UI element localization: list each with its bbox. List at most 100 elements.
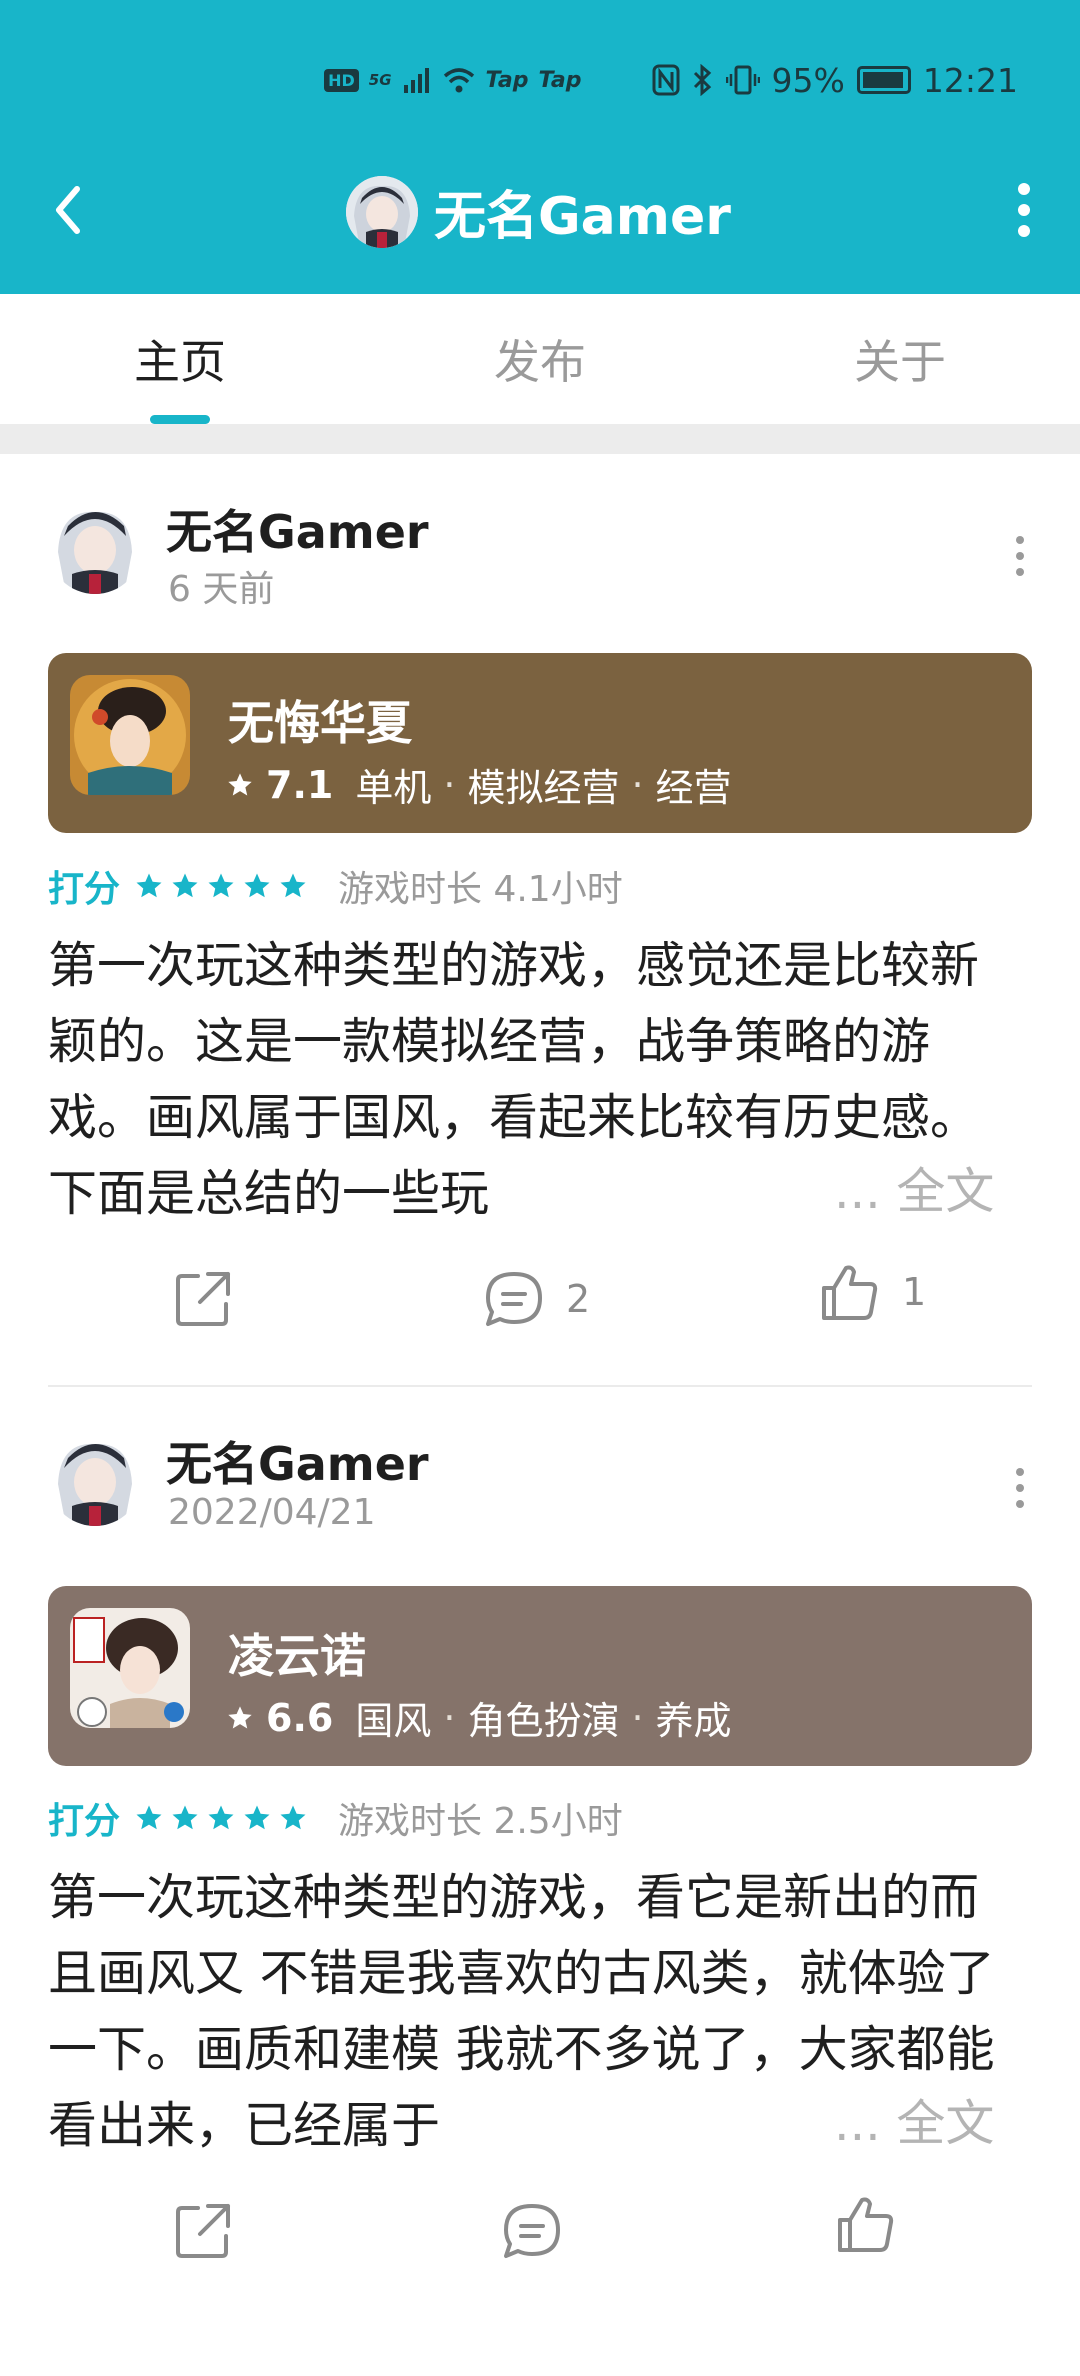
game-name: 无悔华夏 [228,696,412,750]
rating-row: 打分 游戏时长 4.1小时 [48,860,623,912]
tap-label-2: Tap [538,67,582,93]
tab-about[interactable]: 关于 [720,294,1080,424]
status-right-group: 95% 12:21 [652,61,1018,100]
like-button[interactable]: 1 [818,1260,926,1324]
profile-tabs: 主页 发布 关于 [0,294,1080,424]
avatar[interactable] [48,1432,142,1526]
playtime: 游戏时长 2.5小时 [338,1801,623,1842]
tap-label-1: Tap [485,67,529,93]
star-icon [208,1805,234,1830]
star-icon [244,873,270,898]
review-post: 无名Gamer 2022/04/21 凌云诺 6.6 国风 · 角色扮演 · 养… [0,1386,1080,2376]
comment-button[interactable]: 2 [482,1268,590,1330]
share-button[interactable] [172,2200,234,2262]
battery-percent: 95% [771,60,845,100]
share-icon [176,1272,230,1326]
author-name[interactable]: 无名Gamer [166,1428,429,1494]
game-score: 6.6 [266,1695,334,1740]
share-icon [176,2204,230,2258]
avatar-image [346,175,418,248]
more-dot-icon [1016,552,1024,560]
clock: 12:21 [922,60,1018,100]
post-more-button[interactable] [1000,526,1040,586]
avatar-image [48,1432,142,1526]
comment-icon [504,2204,560,2258]
read-more[interactable]: ... 全文 [824,1154,995,1230]
more-dot-icon [1018,225,1030,237]
share-button[interactable] [172,1268,234,1330]
like-count: 1 [902,1270,927,1314]
thumbs-up-icon [822,1265,878,1320]
star-icon [136,1805,162,1830]
profile-title: 无名Gamer [346,174,731,249]
post-header: 无名Gamer 6 天前 [0,454,1080,610]
section-divider [0,424,1080,454]
game-meta: 7.1 单机 · 模拟经营 · 经营 [226,757,732,812]
chevron-left-icon [56,186,80,234]
review-post: 无名Gamer 6 天前 无悔华夏 7.1 单机 · 模拟经营 · 经营 打分 [0,454,1080,1384]
read-more[interactable]: ... 全文 [824,2086,995,2162]
nav-bar: 无名Gamer [0,160,1080,260]
comment-icon [486,1272,542,1326]
thumbs-up-icon [838,2197,894,2252]
post-time: 6 天前 [168,569,275,610]
rating-stars [134,871,308,901]
tab-home[interactable]: 主页 [0,294,360,424]
star-icon [280,1805,306,1830]
game-cover-image [70,675,190,795]
rating-stars [134,1803,308,1833]
game-tag: 国风 [355,1699,432,1743]
game-tag: 角色扮演 [467,1699,620,1743]
tag-separator: · [631,1695,644,1740]
star-icon [208,873,234,898]
nfc-icon [652,64,680,96]
tag-separator: · [631,762,644,807]
tag-separator: · [443,762,456,807]
status-bar: HD 5G Tap Tap 95% 12:21 [324,58,1080,102]
comment-button[interactable] [500,2200,584,2262]
ellipsis: ... [834,2095,881,2152]
full-text-link[interactable]: 全文 [896,1163,994,1220]
comment-count: 2 [566,1277,591,1321]
playtime: 游戏时长 4.1小时 [338,869,623,910]
vibrate-icon [725,65,760,95]
game-tag: 模拟经营 [467,766,620,810]
star-icon [172,873,198,898]
post-more-button[interactable] [1000,1458,1040,1518]
game-cover-image [70,1608,190,1728]
status-network-group: HD 5G Tap Tap [324,65,582,95]
avatar[interactable] [48,500,142,594]
post-actions [0,2197,1080,2280]
game-tag: 经营 [655,766,732,810]
wifi-icon [443,68,474,93]
signal-icon [403,68,429,93]
more-dot-icon [1018,183,1030,195]
bluetooth-icon [693,64,711,96]
tab-posts[interactable]: 发布 [360,294,720,424]
like-button[interactable] [834,2192,918,2256]
page-title: 无名Gamer [434,187,731,247]
more-dot-icon [1016,1468,1024,1476]
game-name: 凌云诺 [228,1629,366,1683]
star-icon [172,1805,198,1830]
more-options-button[interactable] [996,182,1052,238]
full-text-link[interactable]: 全文 [896,2095,994,2152]
star-icon [228,772,252,795]
game-icon [70,1608,190,1728]
game-tag: 养成 [655,1699,732,1743]
back-button[interactable] [40,182,96,238]
more-dot-icon [1018,204,1030,216]
author-name[interactable]: 无名Gamer [166,496,429,562]
avatar-image [48,500,142,594]
avatar [346,175,418,248]
game-score: 7.1 [266,762,334,807]
rating-label: 打分 [48,869,121,910]
star-icon [228,1705,252,1728]
game-card[interactable]: 凌云诺 6.6 国风 · 角色扮演 · 养成 [48,1586,1032,1766]
rating-label: 打分 [48,1801,121,1842]
post-time: 2022/04/21 [168,1492,376,1533]
app-header: HD 5G Tap Tap 95% 12:21 无名Gamer [0,0,1080,294]
more-dot-icon [1016,536,1024,544]
game-card[interactable]: 无悔华夏 7.1 单机 · 模拟经营 · 经营 [48,653,1032,833]
more-dot-icon [1016,568,1024,576]
